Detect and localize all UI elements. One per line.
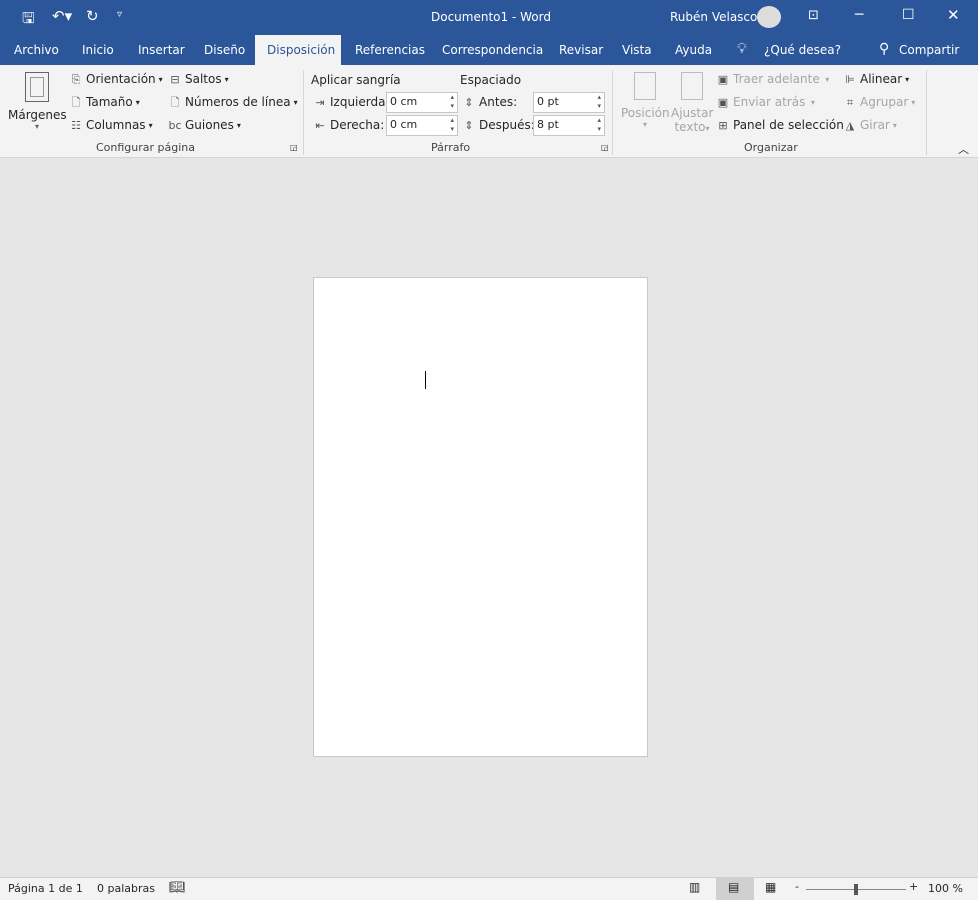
group-label-arrange: Organizar	[744, 141, 798, 154]
title-bar: 🖫 ↶▾ ↻ ▿ Documento1 - Word Rubén Velasco…	[0, 0, 978, 35]
spacing-before-label: ⇕ Antes:	[462, 95, 517, 109]
maximize-icon[interactable]: ☐	[902, 7, 915, 23]
tab-insertar[interactable]: Insertar	[136, 35, 187, 65]
ribbon-layout: Márgenes ▾ ⎘ Orientación ▾ 🗋 Tamaño ▾ ☷ Colum…	[0, 65, 978, 158]
tab-ayuda[interactable]: Ayuda	[673, 35, 714, 65]
selection-pane-button[interactable]: ⊞ Panel de selección	[716, 118, 843, 132]
proofing-icon[interactable]: 📖︎	[169, 880, 186, 895]
size-button[interactable]: 🗋 Tamaño ▾	[69, 95, 140, 109]
avatar[interactable]	[757, 6, 781, 28]
tab-diseno[interactable]: Diseño	[202, 35, 247, 65]
tab-revisar[interactable]: Revisar	[557, 35, 605, 65]
divider	[303, 70, 304, 155]
indent-right-label: ⇤ Derecha:	[313, 118, 384, 132]
margins-icon	[25, 72, 49, 102]
orientation-button[interactable]: ⎘ Orientación ▾	[69, 72, 163, 86]
rotate-icon: ◮	[845, 118, 855, 132]
lightbulb-icon: 💡︎	[737, 41, 747, 57]
spacing-after-label: ⇕ Después:	[462, 118, 534, 132]
spacing-before-input[interactable]: 0 pt ▴ ▾	[533, 92, 605, 113]
line-numbers-button[interactable]: 🗋 Números de línea ▾	[168, 95, 298, 109]
dialog-launcher-icon[interactable]: ◲	[290, 143, 298, 152]
wrap-text-icon	[681, 72, 703, 100]
rotate-button[interactable]: ◮ Girar ▾	[843, 118, 897, 132]
zoom-out-button[interactable]: -	[795, 880, 799, 893]
divider	[612, 70, 613, 155]
indent-left-label: ⇥ Izquierda:	[313, 95, 389, 109]
customize-qat-icon[interactable]: ▿	[117, 9, 122, 20]
send-backward-button[interactable]: ▣ Enviar atrás ▾	[716, 95, 815, 109]
zoom-slider[interactable]	[806, 884, 906, 895]
send-backward-icon: ▣	[717, 95, 729, 109]
ribbon-tabs: Archivo Inicio Insertar Diseño Disposici…	[0, 35, 978, 65]
breaks-button[interactable]: ⊟ Saltos ▾	[168, 72, 228, 86]
orientation-icon: ⎘	[71, 72, 81, 86]
document-page[interactable]	[313, 277, 648, 757]
indent-right-input[interactable]: 0 cm ▴ ▾	[386, 115, 458, 136]
hyphenation-icon: bc	[168, 118, 182, 132]
align-icon: ⊫	[845, 72, 855, 86]
group-label-paragraph: Párrafo	[431, 141, 471, 154]
position-icon	[634, 72, 656, 100]
share-button[interactable]: Compartir	[897, 35, 961, 65]
indent-right-icon: ⇤	[315, 118, 325, 132]
tab-referencias[interactable]: Referencias	[353, 35, 427, 65]
columns-icon: ☷	[71, 118, 81, 132]
save-icon[interactable]: 🖫	[22, 8, 35, 33]
divider	[926, 70, 927, 155]
selection-pane-icon: ⊞	[718, 118, 728, 132]
group-label-page-setup: Configurar página	[96, 141, 196, 154]
position-button[interactable]: Posición ▾	[621, 72, 670, 129]
read-mode-icon[interactable]: ▥	[689, 880, 700, 894]
undo-icon[interactable]: ↶▾	[52, 7, 72, 25]
indent-left-input[interactable]: 0 cm ▴ ▾	[386, 92, 458, 113]
print-layout-icon: ▤	[728, 880, 740, 894]
indent-title: Aplicar sangría	[311, 73, 401, 87]
align-button[interactable]: ⊫ Alinear ▾	[843, 72, 909, 86]
collapse-ribbon-icon[interactable]: ︿	[958, 141, 969, 157]
margins-label: Márgenes	[8, 108, 67, 122]
zoom-level[interactable]: 100 %	[928, 882, 963, 895]
web-layout-icon[interactable]: ▦	[765, 880, 776, 894]
spacing-before-icon: ⇕	[464, 95, 474, 109]
bring-forward-button[interactable]: ▣ Traer adelante ▾	[716, 72, 829, 86]
page-count[interactable]: Página 1 de 1	[8, 882, 83, 895]
tab-correspondencia[interactable]: Correspondencia	[440, 35, 545, 65]
group-icon: ⌗	[846, 95, 854, 109]
user-name[interactable]: Rubén Velasco	[670, 10, 757, 24]
print-layout-button[interactable]: ▤	[716, 878, 754, 900]
dialog-launcher-icon[interactable]: ◲	[601, 143, 609, 152]
tab-vista[interactable]: Vista	[620, 35, 654, 65]
columns-button[interactable]: ☷ Columnas ▾	[69, 118, 153, 132]
text-cursor	[425, 371, 426, 389]
spacing-after-input[interactable]: 8 pt ▴ ▾	[533, 115, 605, 136]
tab-disposicion[interactable]: Disposición	[255, 35, 341, 65]
spacing-after-icon: ⇕	[464, 118, 474, 132]
group-button[interactable]: ⌗ Agrupar ▾	[843, 95, 915, 109]
breaks-icon: ⊟	[170, 72, 180, 86]
status-bar: Página 1 de 1 0 palabras 📖︎ ▥ ▤ ▦ - + 10…	[0, 877, 978, 900]
spacing-title: Espaciado	[460, 73, 522, 87]
person-icon: ⚲	[879, 41, 890, 57]
tab-inicio[interactable]: Inicio	[80, 35, 116, 65]
size-icon: 🗋	[71, 95, 81, 109]
line-numbers-icon: 🗋	[170, 95, 180, 109]
minimize-icon[interactable]: ─	[855, 7, 863, 23]
hyphenation-button[interactable]: bc Guiones ▾	[168, 118, 240, 132]
close-icon[interactable]: ✕	[947, 6, 960, 24]
tab-archivo[interactable]: Archivo	[12, 35, 61, 65]
word-count[interactable]: 0 palabras	[97, 882, 155, 895]
zoom-in-button[interactable]: +	[909, 880, 918, 893]
zoom-slider-thumb[interactable]	[854, 884, 858, 895]
tell-me-input[interactable]: ¿Qué desea?	[762, 35, 843, 65]
wrap-text-button[interactable]: Ajustar texto▾	[671, 72, 713, 134]
margins-button[interactable]: Márgenes ▾	[8, 70, 67, 134]
bring-forward-icon: ▣	[717, 72, 729, 86]
redo-icon[interactable]: ↻	[86, 7, 99, 25]
indent-left-icon: ⇥	[315, 95, 325, 109]
window-title: Documento1 - Word	[431, 10, 551, 24]
ribbon-display-icon[interactable]: ⊡	[808, 8, 819, 23]
